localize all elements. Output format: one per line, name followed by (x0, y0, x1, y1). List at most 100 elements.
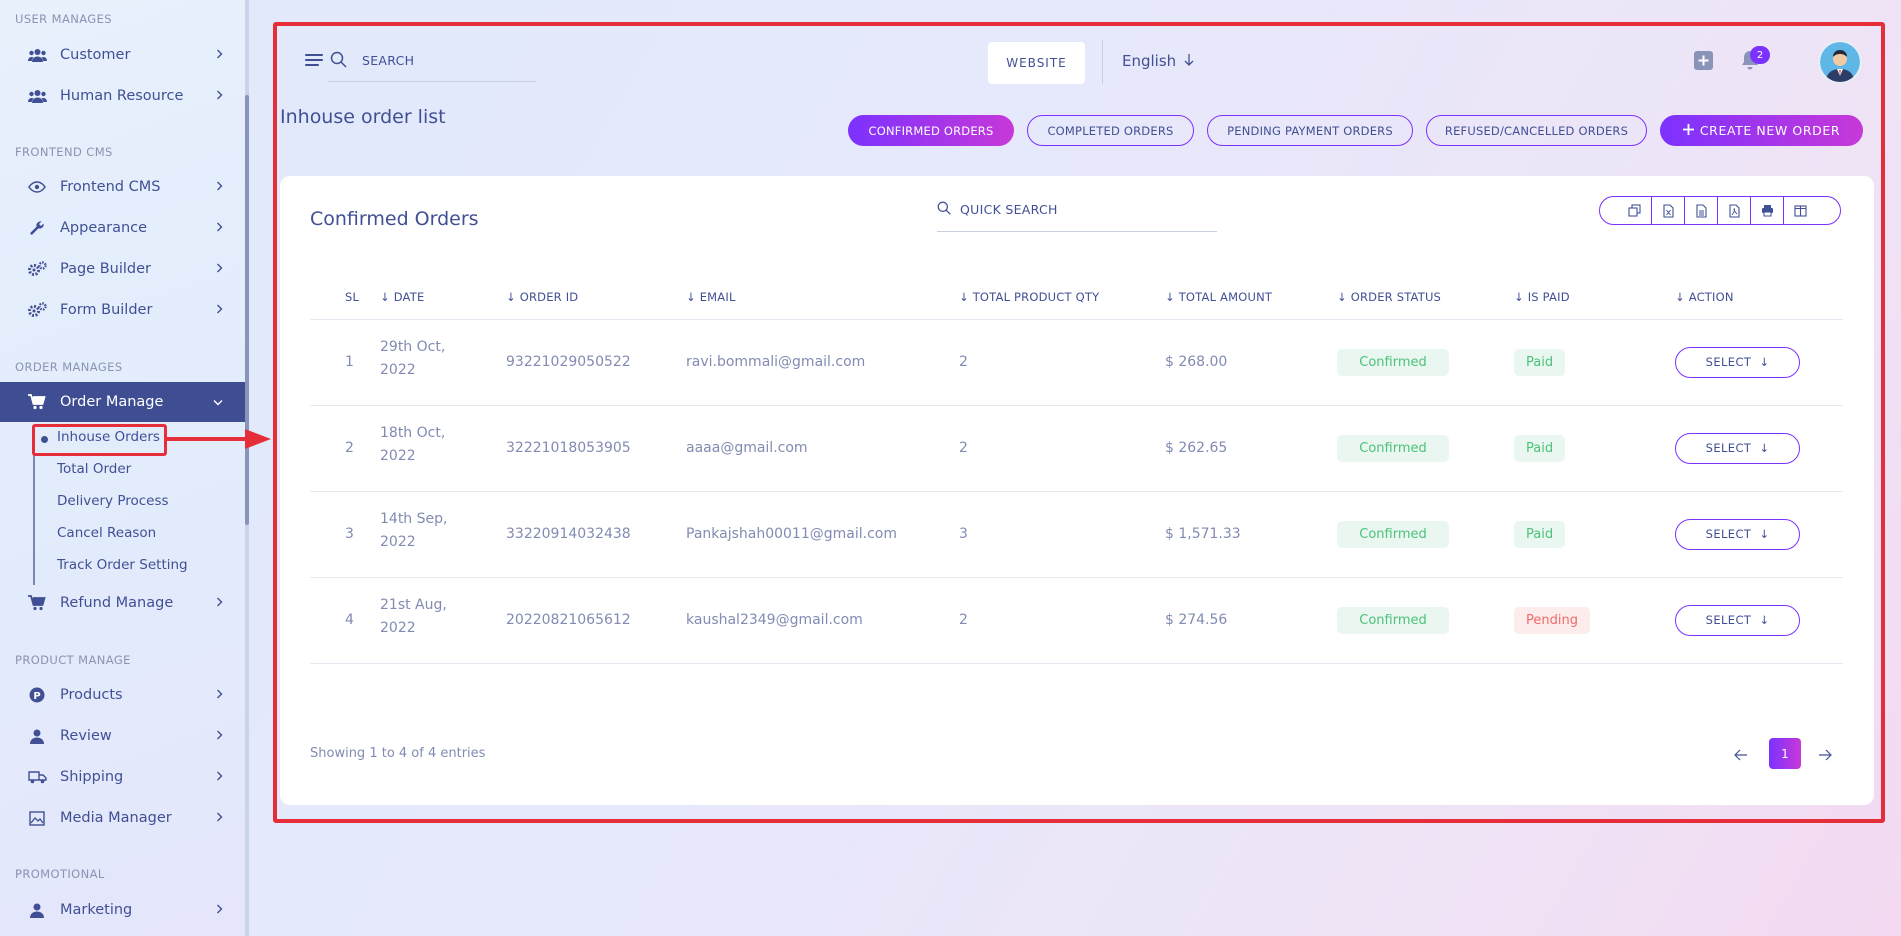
col-header-qty[interactable]: ↓ TOTAL PRODUCT QTY (959, 276, 1165, 320)
cell-qty: 3 (959, 491, 1165, 578)
tab-completed-orders[interactable]: COMPLETED ORDERS (1027, 115, 1194, 146)
paid-badge: Paid (1514, 348, 1566, 376)
chevron-right-icon (216, 769, 223, 785)
cell-qty: 2 (959, 577, 1165, 664)
sort-arrow-icon: ↓ (380, 290, 394, 305)
cell-paid: Paid (1514, 491, 1675, 578)
cell-amount: $ 274.56 (1165, 577, 1337, 664)
sort-arrow-icon: ↓ (1337, 290, 1351, 305)
status-badge: Confirmed (1337, 434, 1449, 462)
notification-count-badge: 2 (1750, 46, 1770, 64)
col-header-email[interactable]: ↓ EMAIL (686, 276, 959, 320)
sidebar-item-form-builder[interactable]: Form Builder (0, 290, 245, 330)
cell-email: aaaa@gmail.com (686, 405, 959, 492)
entries-info: Showing 1 to 4 of 4 entries (310, 746, 486, 761)
language-select[interactable]: English (1122, 52, 1194, 70)
sidebar-item-media-manager[interactable]: Media Manager (0, 798, 245, 838)
hamburger-menu-icon[interactable] (305, 52, 323, 72)
sidebar-item-label: Appearance (60, 220, 148, 236)
col-header-action[interactable]: ↓ ACTION (1675, 276, 1843, 320)
website-button[interactable]: WEBSITE (988, 42, 1085, 84)
sidebar-subitem-delivery-process[interactable]: Delivery Process (57, 493, 169, 509)
avatar[interactable] (1818, 40, 1862, 84)
sidebar-item-shipping[interactable]: Shipping (0, 757, 245, 797)
sidebar-item-label: Human Resource (60, 88, 184, 104)
col-header-amount[interactable]: ↓ TOTAL AMOUNT (1165, 276, 1337, 320)
sidebar-item-customer[interactable]: Customer (0, 35, 245, 75)
select-action-button[interactable]: SELECT ↓ (1675, 432, 1800, 464)
print-icon[interactable] (1750, 196, 1783, 225)
chevron-right-icon (216, 220, 223, 236)
cell-status: Confirmed (1337, 491, 1514, 578)
select-action-button[interactable]: SELECT ↓ (1675, 346, 1800, 378)
col-header-status[interactable]: ↓ ORDER STATUS (1337, 276, 1514, 320)
page-title: Inhouse order list (280, 106, 446, 128)
create-new-order-button[interactable]: CREATE NEW ORDER (1660, 115, 1863, 146)
search-underline (328, 81, 536, 82)
pagination-next-icon[interactable] (1818, 746, 1832, 765)
sort-arrow-icon: ↓ (1675, 290, 1689, 305)
sidebar-item-products[interactable]: P Products (0, 675, 245, 715)
header-divider (1102, 40, 1103, 84)
gears-icon (27, 302, 47, 318)
select-action-button[interactable]: SELECT ↓ (1675, 518, 1800, 550)
sidebar-scrollbar-thumb[interactable] (245, 95, 249, 525)
pagination-page-1[interactable]: 1 (1769, 738, 1801, 769)
cell-qty: 2 (959, 319, 1165, 406)
language-label: English (1122, 52, 1177, 70)
cell-paid: Paid (1514, 319, 1675, 406)
create-new-order-label: CREATE NEW ORDER (1699, 123, 1841, 138)
pagination-prev-icon[interactable] (1734, 746, 1748, 765)
copy-icon[interactable] (1618, 196, 1651, 225)
arrow-down-icon: ↓ (1759, 613, 1770, 627)
cell-email: Pankajshah00011@gmail.com (686, 491, 959, 578)
export-button-group (1599, 196, 1841, 225)
sidebar-item-refund-manage[interactable]: Refund Manage (0, 583, 245, 623)
columns-icon[interactable] (1783, 196, 1816, 225)
cell-status: Confirmed (1337, 405, 1514, 492)
sidebar-item-appearance[interactable]: Appearance (0, 208, 245, 248)
sort-arrow-icon: ↓ (1165, 290, 1179, 305)
search-input[interactable]: SEARCH (362, 53, 414, 68)
pdf-icon[interactable] (1717, 196, 1750, 225)
csv-icon[interactable] (1684, 196, 1717, 225)
excel-icon[interactable] (1651, 196, 1684, 225)
sidebar-item-label: Marketing (60, 902, 133, 918)
tab-refused-cancelled-orders[interactable]: REFUSED/CANCELLED ORDERS (1426, 115, 1647, 146)
sidebar-item-label: Shipping (60, 769, 124, 785)
chevron-right-icon (216, 47, 223, 63)
sidebar-item-human-resource[interactable]: Human Resource (0, 76, 245, 116)
cell-sl: 1 (310, 319, 380, 406)
sidebar-item-page-builder[interactable]: Page Builder (0, 249, 245, 289)
col-header-sl[interactable]: SL (310, 276, 380, 320)
table-row: 4 21st Aug, 2022 20220821065612 kaushal23… (310, 577, 1843, 664)
tab-pending-payment-orders[interactable]: PENDING PAYMENT ORDERS (1207, 115, 1413, 146)
col-header-is-paid[interactable]: ↓ IS PAID (1514, 276, 1675, 320)
sidebar-subitem-total-order[interactable]: Total Order (57, 461, 131, 477)
search-icon (330, 51, 347, 72)
add-square-icon[interactable] (1694, 51, 1713, 74)
user-icon (27, 903, 47, 918)
cell-sl: 2 (310, 405, 380, 492)
tab-confirmed-orders[interactable]: CONFIRMED ORDERS (848, 115, 1014, 146)
orders-table: SL ↓ DATE ↓ ORDER ID ↓ EMAIL ↓ TOTAL PRO… (310, 276, 1843, 664)
sidebar-item-order-manage[interactable]: Order Manage (0, 382, 245, 422)
cell-sl: 4 (310, 577, 380, 664)
col-header-order-id[interactable]: ↓ ORDER ID (506, 276, 686, 320)
highlight-arrow (167, 437, 245, 441)
chevron-right-icon (216, 261, 223, 277)
col-header-date[interactable]: ↓ DATE (380, 276, 506, 320)
arrow-down-icon (1184, 52, 1194, 70)
sidebar-item-marketing[interactable]: Marketing (0, 890, 245, 930)
cell-date: 21st Aug, 2022 (380, 577, 506, 664)
orders-card: Confirmed Orders QUICK SEARCH SL ↓ DATE … (280, 176, 1874, 805)
paid-badge: Paid (1514, 434, 1566, 462)
sidebar-item-review[interactable]: Review (0, 716, 245, 756)
sidebar-subitem-track-order-setting[interactable]: Track Order Setting (57, 557, 188, 573)
paid-badge: Paid (1514, 520, 1566, 548)
select-action-button[interactable]: SELECT ↓ (1675, 604, 1800, 636)
sidebar-subitem-cancel-reason[interactable]: Cancel Reason (57, 525, 156, 541)
sidebar-item-frontend-cms[interactable]: Frontend CMS (0, 167, 245, 207)
quick-search-input[interactable]: QUICK SEARCH (937, 201, 1058, 218)
cell-status: Confirmed (1337, 577, 1514, 664)
